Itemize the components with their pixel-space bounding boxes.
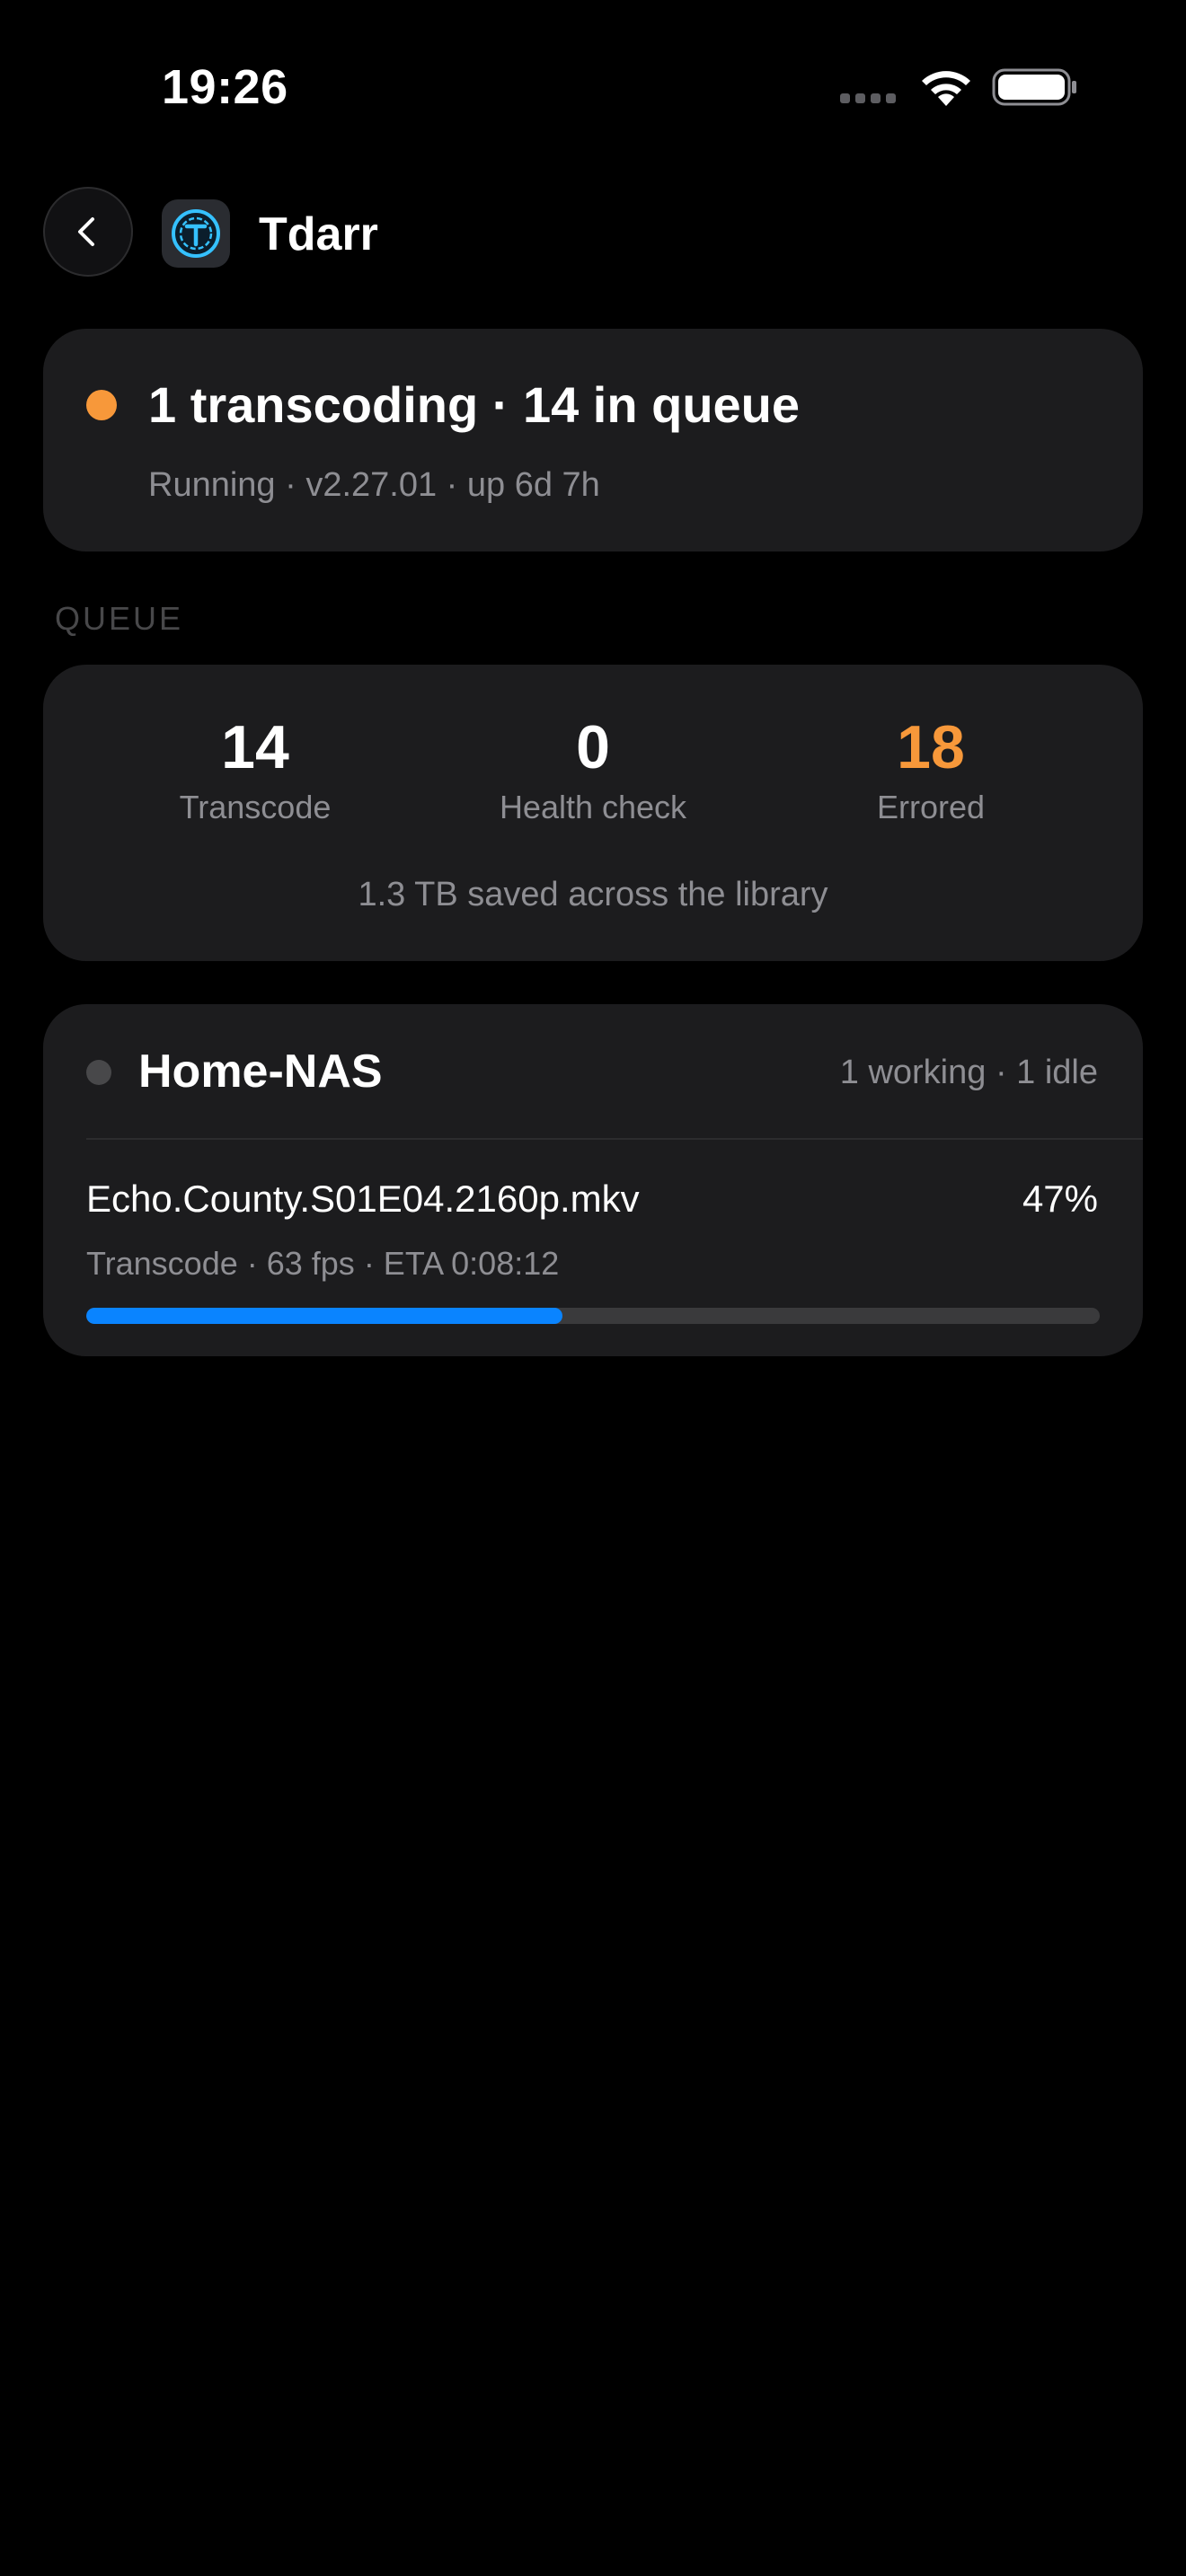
stat-health-check[interactable]: 0 Health check	[431, 710, 755, 828]
back-button[interactable]	[43, 187, 133, 277]
space-saved-footnote: 1.3 TB saved across the library	[358, 876, 828, 913]
job-progress-fill	[86, 1308, 563, 1324]
job-percent: 47%	[1022, 1178, 1098, 1220]
job-details: Transcode · 63 fps · ETA 0:08:12	[86, 1245, 560, 1282]
job-progress-bar	[86, 1308, 1100, 1324]
stat-errored[interactable]: 18 Errored	[769, 710, 1093, 828]
stat-label: Health check	[499, 789, 687, 825]
divider	[86, 1138, 1143, 1140]
summary-card[interactable]	[43, 329, 1143, 551]
page-title: Tdarr	[259, 208, 378, 260]
summary-headline: 1 transcoding · 14 in queue	[148, 376, 801, 433]
tdarr-logo-icon	[162, 199, 230, 268]
chevron-left-icon	[78, 217, 94, 246]
node-worker-summary: 1 working · 1 idle	[839, 1054, 1098, 1091]
queue-section-label: QUEUE	[55, 600, 184, 637]
wifi-icon	[922, 71, 970, 106]
battery-icon	[992, 68, 1076, 106]
stat-value: 18	[897, 713, 965, 781]
status-indicator-dot	[86, 390, 117, 420]
status-bar: 19:26	[0, 0, 1186, 171]
stat-value: 14	[221, 713, 289, 781]
status-time: 19:26	[162, 60, 288, 114]
stat-label: Errored	[876, 789, 986, 825]
stat-transcode[interactable]: 14 Transcode	[93, 710, 417, 828]
job-filename: Echo.County.S01E04.2160p.mkv	[86, 1178, 640, 1220]
node-status-dot	[86, 1060, 111, 1085]
server-status-subtitle: Running · v2.27.01 · up 6d 7h	[148, 466, 600, 504]
cellular-signal-icon	[840, 93, 896, 103]
node-name: Home-NAS	[138, 1045, 383, 1098]
stat-label: Transcode	[179, 789, 332, 825]
stat-value: 0	[576, 713, 610, 781]
